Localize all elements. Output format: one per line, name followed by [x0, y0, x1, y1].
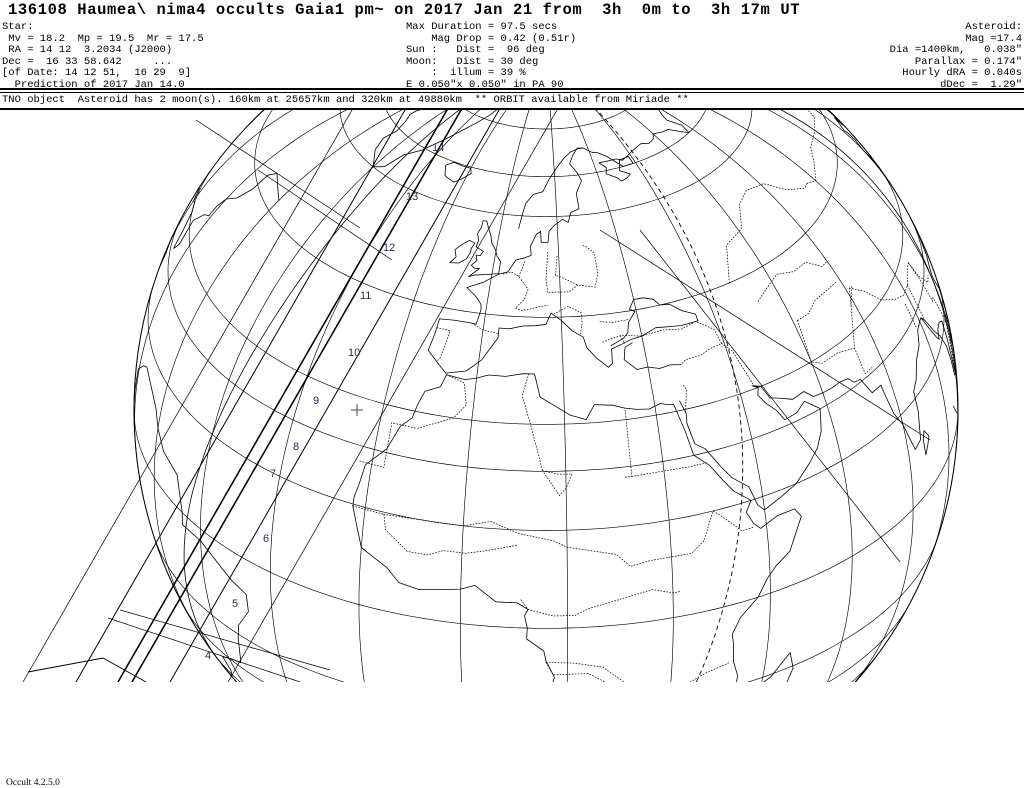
graticule-group — [133, 110, 959, 682]
border-path — [359, 422, 418, 468]
term-path — [596, 110, 744, 682]
grat-path — [183, 605, 909, 682]
globe-limb — [133, 110, 959, 682]
grat-path — [167, 219, 925, 472]
border-path — [721, 343, 759, 389]
grat-path — [134, 110, 348, 449]
world-map-globe: 456789101112131415 Occult 4.2.5.0 — [0, 110, 1024, 788]
sunline-path — [780, 110, 959, 453]
border-path — [502, 271, 529, 309]
time-label: 9 — [313, 395, 319, 407]
star-info-block: Star: Mv = 18.2 Mp = 19.5 Mr = 17.5 RA =… — [2, 21, 204, 91]
occultation-path-line — [131, 110, 462, 682]
border-path — [474, 324, 499, 334]
header: 136108 Haumea\ nima4 occults Gaia1 pm~ o… — [0, 0, 1024, 110]
coast-path — [427, 110, 690, 351]
globe-outline — [133, 110, 959, 682]
border-path — [436, 327, 451, 362]
border-path — [521, 373, 544, 472]
border-path — [416, 374, 467, 429]
occultation-path-line — [22, 110, 353, 682]
grat-path — [571, 110, 674, 682]
grat-path — [624, 110, 853, 682]
coast-path — [468, 220, 501, 277]
occultation-path-line — [227, 110, 558, 682]
border-path — [630, 321, 723, 365]
border-path — [599, 319, 629, 323]
globe-svg: 456789101112131415 — [22, 110, 959, 682]
grat-path — [814, 110, 896, 192]
header-divider-thin — [0, 92, 1024, 93]
coastline-group — [133, 110, 958, 682]
border-path — [854, 347, 873, 375]
time-label: 4 — [205, 650, 211, 662]
border-path — [904, 303, 918, 329]
tno-note: TNO object Asteroid has 2 moon(s). 160km… — [2, 94, 689, 106]
time-label: 8 — [293, 441, 299, 453]
coast-path — [826, 110, 952, 343]
occultation-path-line — [169, 110, 500, 682]
time-label: 11 — [360, 290, 371, 302]
time-label: 14 — [432, 142, 444, 154]
time-label: 7 — [270, 468, 276, 480]
page-title: 136108 Haumea\ nima4 occults Gaia1 pm~ o… — [8, 1, 801, 19]
border-path — [726, 183, 808, 284]
border-path — [850, 284, 853, 307]
border-path — [542, 470, 573, 497]
software-version-label: Occult 4.2.5.0 — [6, 778, 60, 788]
occultation-path-line — [75, 110, 406, 682]
border-path — [545, 662, 606, 682]
coast-path — [762, 652, 794, 682]
grat-path — [358, 110, 507, 682]
border-path — [806, 110, 817, 184]
time-label: 13 — [406, 191, 418, 203]
time-label: 5 — [232, 598, 238, 610]
coast-path — [372, 110, 498, 168]
grat-path — [254, 110, 838, 318]
border-path — [848, 261, 929, 301]
grat-path — [661, 110, 914, 682]
sunrise-sunset-lines — [183, 110, 959, 657]
grat-path — [200, 110, 447, 682]
border-path — [757, 260, 828, 302]
time-label-group: 456789101112131415 — [205, 142, 444, 662]
grat-path — [459, 110, 530, 682]
border-path — [545, 661, 731, 682]
grat-path — [710, 110, 950, 562]
border-path — [602, 335, 632, 343]
terminator-group — [596, 110, 744, 682]
coast-path — [352, 373, 802, 682]
border-path — [520, 589, 681, 617]
coast-path — [679, 317, 957, 511]
border-path — [518, 260, 526, 277]
errline-path — [195, 119, 361, 229]
time-label: 10 — [348, 347, 360, 359]
grat-path — [549, 110, 568, 682]
sub-planet-cross-marker — [351, 404, 363, 416]
coast-path — [953, 405, 958, 414]
border-path — [797, 281, 837, 321]
grat-path — [595, 110, 771, 682]
time-label: 6 — [263, 533, 269, 545]
time-label: 12 — [383, 242, 395, 254]
coast-path — [623, 342, 682, 370]
asteroid-info-block: Asteroid: Mag =17.4 Dia =1400km, 0.038" … — [889, 21, 1022, 91]
coast-path — [922, 430, 930, 456]
border-path — [566, 510, 755, 567]
grat-path — [465, 110, 627, 130]
shadow-path-group — [22, 110, 931, 682]
legend-box — [27, 657, 147, 682]
grat-path — [767, 110, 956, 363]
header-divider-top — [0, 88, 1024, 90]
circumstances-block: Max Duration = 97.5 secs Mag Drop = 0.42… — [406, 21, 577, 91]
border-path — [553, 305, 583, 335]
grat-path — [133, 409, 959, 629]
border-path — [515, 305, 549, 311]
occultation-prediction-page: 136108 Haumea\ nima4 occults Gaia1 pm~ o… — [0, 0, 1024, 788]
grat-path — [188, 167, 904, 425]
border-path — [383, 513, 519, 556]
grat-path — [147, 286, 945, 531]
border-path — [545, 245, 599, 294]
border-path — [352, 505, 385, 515]
